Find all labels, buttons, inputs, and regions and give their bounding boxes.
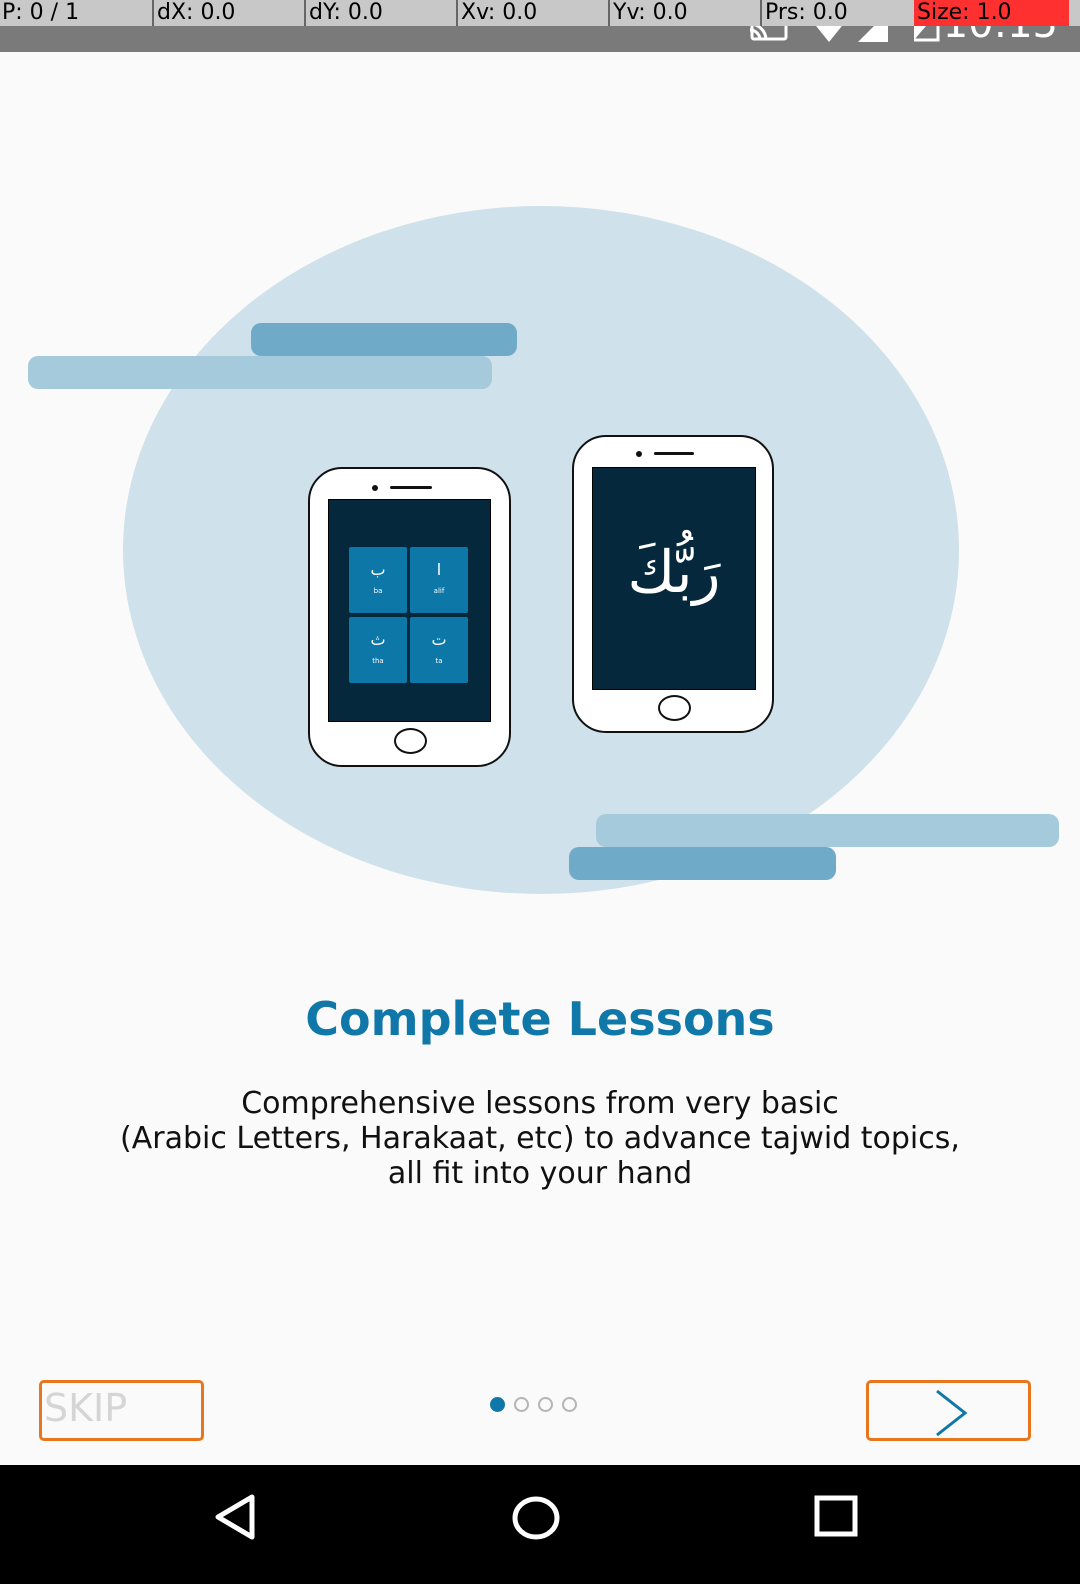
debug-yv: Yv: 0.0 xyxy=(608,0,759,26)
page-dot xyxy=(562,1397,577,1412)
debug-prs: Prs: 0.0 xyxy=(760,0,911,26)
decor-bar xyxy=(251,323,517,356)
description-line: Comprehensive lessons from very basic xyxy=(241,1086,839,1121)
arabic-word: رَبُّكَ xyxy=(627,538,721,606)
letter-arabic: ب xyxy=(370,560,386,579)
page-dot-active xyxy=(490,1397,505,1412)
description-line: (Arabic Letters, Harakaat, etc) to advan… xyxy=(120,1121,960,1156)
letter-tile: ا alif xyxy=(410,547,468,613)
decor-bar xyxy=(596,814,1059,847)
description-line: all fit into your hand xyxy=(387,1156,693,1191)
debug-dx: dX: 0.0 xyxy=(152,0,303,26)
decor-bar xyxy=(28,356,492,389)
decor-bar xyxy=(569,847,836,880)
phone-home-button xyxy=(658,695,691,721)
letter-name: tha xyxy=(372,657,384,665)
letter-tile: ث tha xyxy=(349,617,407,683)
phone-screen: ب ba ا alif ث tha ت ta xyxy=(328,499,491,722)
phone-lessons-grid: ب ba ا alif ث tha ت ta xyxy=(308,467,511,767)
debug-dy: dY: 0.0 xyxy=(304,0,455,26)
phone-screen: رَبُّكَ xyxy=(592,467,756,690)
phone-speaker xyxy=(654,452,694,455)
debug-xv: Xv: 0.0 xyxy=(456,0,607,26)
system-nav-bar xyxy=(0,1465,1080,1584)
letter-name: alif xyxy=(433,587,445,595)
debug-size: Size: 1.0 xyxy=(914,0,1069,26)
letter-tile: ب ba xyxy=(349,547,407,613)
recents-icon[interactable] xyxy=(812,1493,860,1541)
letter-arabic: ث xyxy=(370,630,386,649)
back-icon[interactable] xyxy=(212,1493,260,1541)
chevron-right-icon xyxy=(936,1389,968,1437)
letter-arabic: ت xyxy=(431,630,447,649)
page-dot xyxy=(538,1397,553,1412)
letter-name: ba xyxy=(373,587,383,595)
phone-home-button xyxy=(394,728,427,754)
skip-button[interactable]: SKIP xyxy=(39,1380,204,1441)
phone-camera xyxy=(636,451,642,457)
slide-description: Comprehensive lessons from very basic (A… xyxy=(60,1086,1020,1191)
illustration-background xyxy=(123,206,959,894)
next-button[interactable] xyxy=(866,1380,1031,1441)
letter-arabic: ا xyxy=(436,560,442,579)
phone-speaker xyxy=(390,486,432,489)
phone-camera xyxy=(372,485,378,491)
letter-name: ta xyxy=(435,657,443,665)
debug-overlay: P: 0 / 1 dX: 0.0 dY: 0.0 Xv: 0.0 Yv: 0.0… xyxy=(0,0,1080,26)
debug-pointer: P: 0 / 1 xyxy=(2,0,80,25)
phone-arabic-word: رَبُّكَ xyxy=(572,435,774,733)
slide-title: Complete Lessons xyxy=(305,992,775,1046)
home-icon[interactable] xyxy=(511,1493,561,1543)
page-dot xyxy=(514,1397,529,1412)
letter-tile: ت ta xyxy=(410,617,468,683)
